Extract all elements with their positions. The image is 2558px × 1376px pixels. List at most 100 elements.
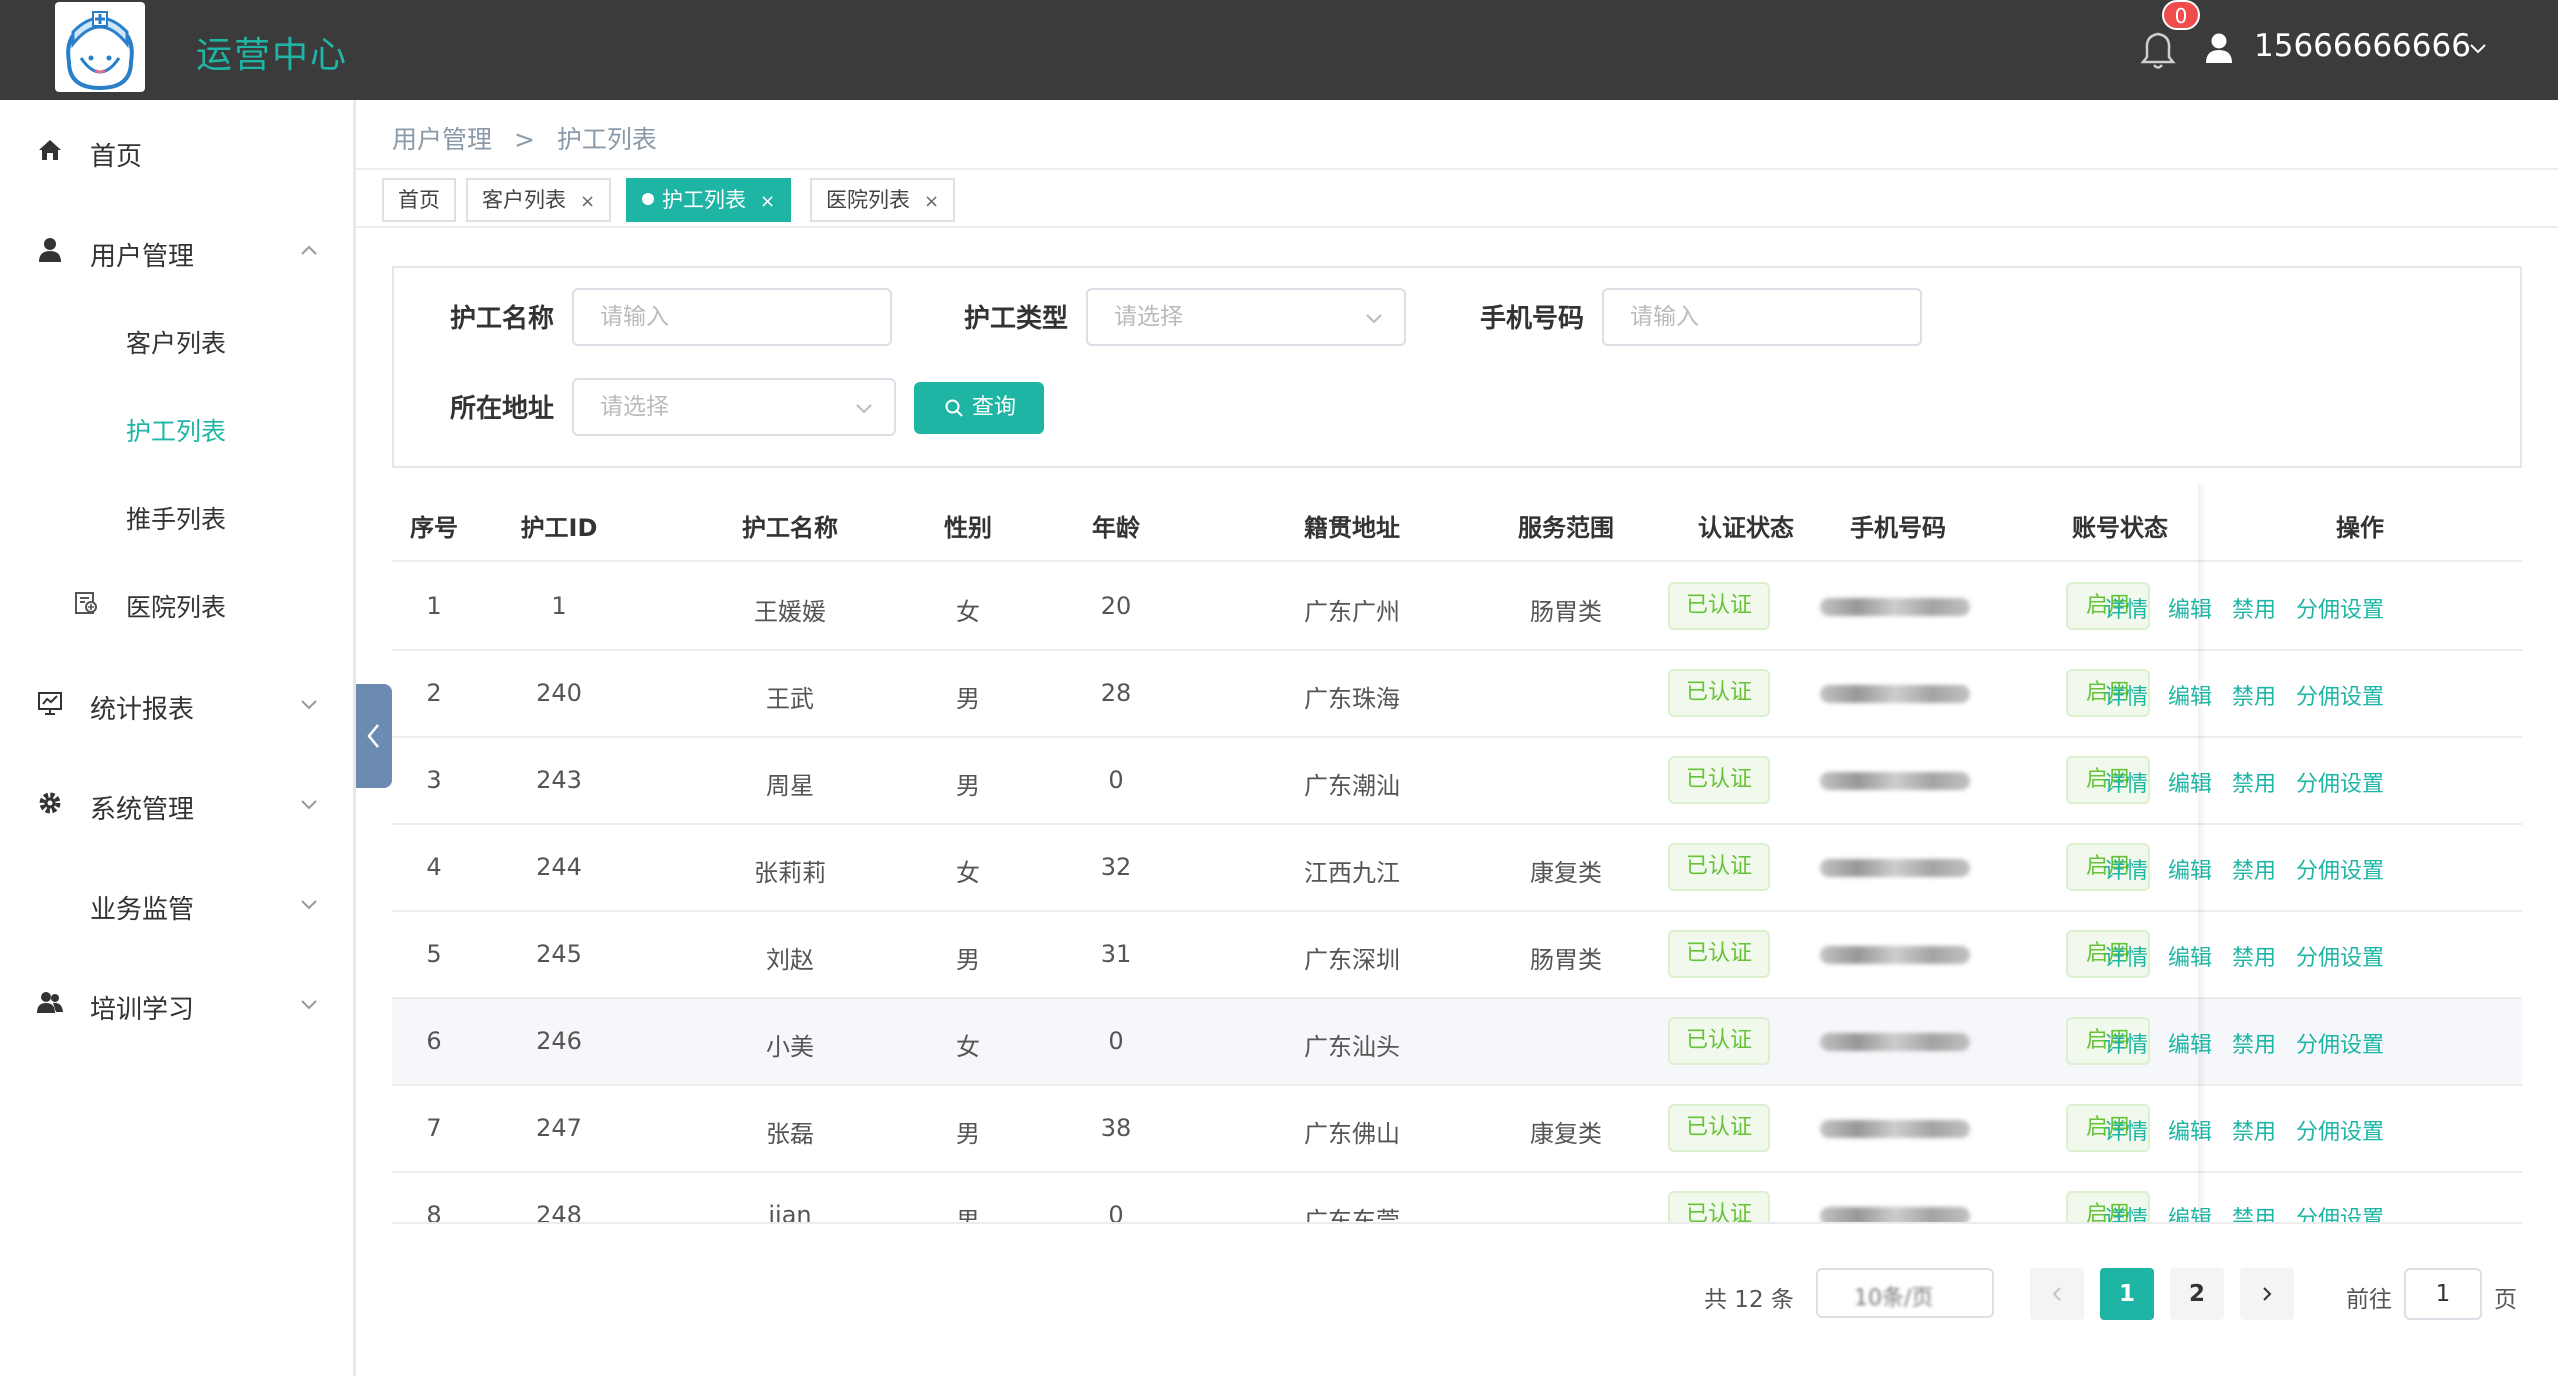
tab-label: 医院列表 <box>826 188 910 212</box>
sidebar-item-label: 培训学习 <box>90 995 195 1025</box>
divider <box>356 168 2558 170</box>
sidebar-collapse-button[interactable] <box>356 684 392 788</box>
detail-link[interactable]: 详情 <box>2104 679 2148 711</box>
detail-link[interactable]: 详情 <box>2104 853 2148 885</box>
sidebar-item-nurse-list[interactable]: 护工列表 <box>0 398 356 458</box>
cell-scope: 肠胃类 <box>1530 598 1602 626</box>
nurse-name-input[interactable]: 请输入 <box>572 288 892 346</box>
close-icon[interactable]: × <box>580 191 595 212</box>
cell-id: 248 <box>536 1201 582 1224</box>
disable-link[interactable]: 禁用 <box>2232 1201 2276 1224</box>
cell-id: 244 <box>536 853 582 881</box>
breadcrumb-current: 护工列表 <box>556 125 657 154</box>
select-placeholder: 请选择 <box>1114 304 1183 330</box>
close-icon[interactable]: × <box>760 191 775 212</box>
tab-hospital-list[interactable]: 医院列表 × <box>810 178 956 222</box>
pagination-total: 共 12 条 <box>1704 1287 1794 1313</box>
close-icon[interactable]: × <box>924 191 939 212</box>
sidebar-item-hospital-list[interactable]: 医院列表 <box>0 574 356 634</box>
commission-link[interactable]: 分佣设置 <box>2296 853 2384 885</box>
cell-name: 周星 <box>766 772 814 800</box>
commission-link[interactable]: 分佣设置 <box>2296 1114 2384 1146</box>
cell-id: 243 <box>536 766 582 794</box>
nurse-type-label: 护工类型 <box>964 304 1069 334</box>
divider <box>356 226 2558 228</box>
detail-link[interactable]: 详情 <box>2104 766 2148 798</box>
next-page-button[interactable] <box>2240 1268 2294 1320</box>
cell-name: 小美 <box>766 1033 814 1061</box>
chevron-down-icon[interactable] <box>2468 38 2488 58</box>
user-phone[interactable]: 15666666666 <box>2254 28 2471 64</box>
sidebar-item-label: 用户管理 <box>90 242 195 272</box>
sidebar-item-promoter-list[interactable]: 推手列表 <box>0 486 356 546</box>
cell-gender: 男 <box>956 946 980 974</box>
address-select[interactable]: 请选择 <box>572 378 896 436</box>
goto-page-input[interactable]: 1 <box>2404 1268 2482 1320</box>
sidebar-item-home[interactable]: 首页 <box>0 122 356 182</box>
column-header: 手机号码 <box>1850 514 1946 542</box>
search-icon <box>945 399 963 417</box>
cell-address: 广东汕头 <box>1304 1033 1400 1061</box>
users-icon <box>37 992 63 1013</box>
cell-scope: 康复类 <box>1530 1120 1602 1148</box>
fixed-column-shadow <box>2198 484 2206 1224</box>
commission-link[interactable]: 分佣设置 <box>2296 940 2384 972</box>
column-header: 性别 <box>944 514 992 542</box>
page-button-1[interactable]: 1 <box>2100 1268 2154 1320</box>
tab-label: 客户列表 <box>482 188 566 212</box>
sidebar-item-customer-list[interactable]: 客户列表 <box>0 310 356 370</box>
cell-no: 4 <box>426 853 442 881</box>
commission-link[interactable]: 分佣设置 <box>2296 766 2384 798</box>
cell-address: 广东东莞 <box>1304 1207 1400 1224</box>
page-button-2[interactable]: 2 <box>2170 1268 2224 1320</box>
prev-page-button[interactable] <box>2030 1268 2084 1320</box>
sidebar-item-statistics[interactable]: 统计报表 <box>0 675 356 735</box>
gear-icon <box>39 792 61 814</box>
page-size-select[interactable]: 10条/页 <box>1816 1268 1994 1318</box>
detail-link[interactable]: 详情 <box>2104 592 2148 624</box>
disable-link[interactable]: 禁用 <box>2232 1114 2276 1146</box>
sidebar-item-training[interactable]: 培训学习 <box>0 975 356 1035</box>
query-button[interactable]: 查询 <box>914 382 1044 434</box>
chevron-right-icon <box>2263 1287 2272 1301</box>
disable-link[interactable]: 禁用 <box>2232 679 2276 711</box>
breadcrumb-parent[interactable]: 用户管理 <box>392 125 492 154</box>
user-avatar-icon[interactable] <box>2204 32 2234 64</box>
bell-icon[interactable] <box>2140 30 2176 70</box>
disable-link[interactable]: 禁用 <box>2232 592 2276 624</box>
nurse-type-select[interactable]: 请选择 <box>1086 288 1406 346</box>
sidebar-item-system[interactable]: 系统管理 <box>0 775 356 835</box>
detail-link[interactable]: 详情 <box>2104 1201 2148 1224</box>
commission-link[interactable]: 分佣设置 <box>2296 679 2384 711</box>
detail-link[interactable]: 详情 <box>2104 1027 2148 1059</box>
sidebar-item-label: 医院列表 <box>126 593 227 622</box>
page-size-value: 10条/页 <box>1854 1286 1934 1311</box>
disable-link[interactable]: 禁用 <box>2232 853 2276 885</box>
cell-no: 8 <box>426 1201 442 1224</box>
cell-gender: 男 <box>956 1120 980 1148</box>
tab-home[interactable]: 首页 <box>382 178 456 222</box>
tab-customer-list[interactable]: 客户列表 × <box>466 178 612 222</box>
sidebar-item-user-management[interactable]: 用户管理 <box>0 222 356 282</box>
detail-link[interactable]: 详情 <box>2104 940 2148 972</box>
user-icon <box>39 238 61 262</box>
cell-age: 28 <box>1100 679 1132 707</box>
chevron-down-icon <box>301 1000 317 1010</box>
active-dot-icon <box>642 193 654 205</box>
commission-link[interactable]: 分佣设置 <box>2296 592 2384 624</box>
masked-phone <box>1820 859 1970 877</box>
tab-nurse-list[interactable]: 护工列表 × <box>626 178 792 222</box>
column-header: 护工名称 <box>742 514 838 542</box>
tab-label: 首页 <box>398 188 440 212</box>
sidebar-item-label: 统计报表 <box>90 695 195 725</box>
nurse-name-label: 护工名称 <box>450 304 555 334</box>
disable-link[interactable]: 禁用 <box>2232 1027 2276 1059</box>
detail-link[interactable]: 详情 <box>2104 1114 2148 1146</box>
column-header: 籍贯地址 <box>1304 514 1400 542</box>
commission-link[interactable]: 分佣设置 <box>2296 1201 2384 1224</box>
phone-input[interactable]: 请输入 <box>1602 288 1922 346</box>
disable-link[interactable]: 禁用 <box>2232 766 2276 798</box>
sidebar-item-supervision[interactable]: 业务监管 <box>0 875 356 935</box>
commission-link[interactable]: 分佣设置 <box>2296 1027 2384 1059</box>
disable-link[interactable]: 禁用 <box>2232 940 2276 972</box>
